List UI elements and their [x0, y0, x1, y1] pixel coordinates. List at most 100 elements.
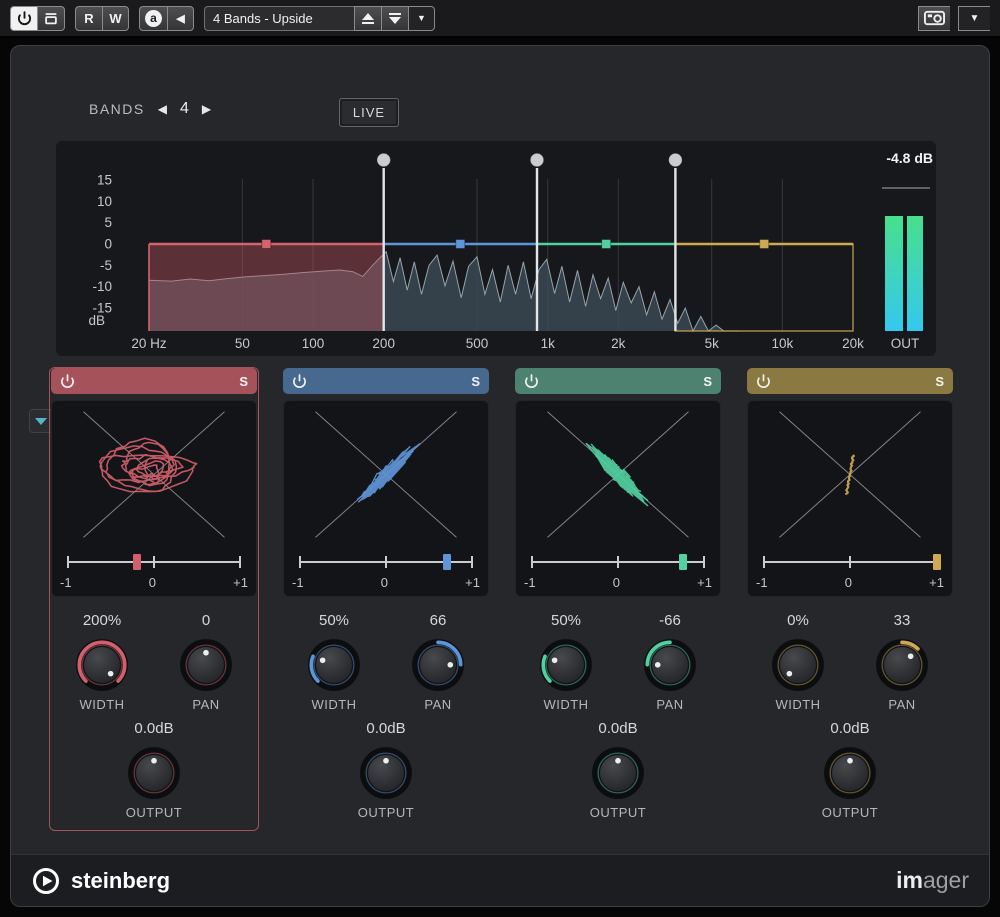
output-value: 0.0dB	[50, 720, 258, 737]
bands-next-button[interactable]: ▶	[202, 102, 211, 116]
preset-name-field[interactable]: 4 Bands - Upside	[204, 6, 354, 31]
dropdown-icon: ▼	[970, 13, 980, 24]
band-4-header[interactable]: S	[747, 368, 953, 394]
product-logo-rest: ager	[923, 867, 969, 893]
a-icon: a	[145, 10, 162, 27]
solo-button[interactable]: S	[935, 374, 944, 389]
bands-count-value: 4	[180, 100, 189, 118]
left-arrow-icon: ◀	[176, 12, 184, 25]
band-2-panel: S -1 0 +1 50% 66	[281, 367, 491, 831]
pan-label: PAN	[386, 697, 490, 712]
bands-prev-button[interactable]: ◀	[158, 102, 167, 116]
width-value: 0%	[746, 612, 850, 629]
svg-text:1k: 1k	[541, 336, 556, 351]
corr-neg-label: -1	[524, 575, 536, 590]
correlation-meter	[299, 551, 473, 573]
output-value: 0.0dB	[746, 720, 954, 737]
power-icon[interactable]	[756, 374, 771, 389]
read-automation-button[interactable]: R	[75, 6, 102, 31]
bands-row: S -1 0 +1 200% 0	[49, 367, 955, 831]
output-knob[interactable]	[124, 743, 184, 803]
svg-text:20k: 20k	[842, 336, 864, 351]
scope-panel: -1 0 +1	[51, 400, 257, 597]
vectorscope-display	[59, 406, 249, 547]
plugin-footer: steinberg imager	[11, 854, 989, 906]
vectorscope-display	[523, 406, 713, 547]
preset-prev-button[interactable]	[354, 6, 381, 31]
scope-panel: -1 0 +1	[283, 400, 489, 597]
vectorscope-display	[291, 406, 481, 547]
width-knob[interactable]	[536, 635, 596, 695]
correlation-marker	[443, 554, 451, 570]
steinberg-logo: steinberg	[31, 866, 170, 896]
corr-pos-label: +1	[697, 575, 712, 590]
correlation-meter	[67, 551, 241, 573]
power-icon[interactable]	[60, 374, 75, 389]
width-knob[interactable]	[304, 635, 364, 695]
band-1-panel: S -1 0 +1 200% 0	[49, 367, 259, 831]
output-knob[interactable]	[588, 743, 648, 803]
steinberg-circle-icon	[31, 866, 61, 896]
svg-text:500: 500	[466, 336, 489, 351]
output-label: OUTPUT	[514, 805, 722, 820]
band-1-header[interactable]: S	[51, 368, 257, 394]
product-logo-bold: im	[896, 867, 923, 893]
correlation-meter	[763, 551, 937, 573]
band-2-header[interactable]: S	[283, 368, 489, 394]
svg-text:200: 200	[372, 336, 395, 351]
svg-text:50: 50	[235, 336, 250, 351]
live-button[interactable]: LIVE	[339, 98, 399, 127]
svg-text:OUT: OUT	[891, 336, 920, 351]
svg-text:-5: -5	[100, 258, 112, 273]
dropdown-icon: ▼	[417, 13, 426, 23]
automation-button[interactable]: a	[139, 6, 167, 31]
svg-text:-4.8 dB: -4.8 dB	[886, 150, 933, 166]
svg-text:-10: -10	[92, 279, 112, 294]
output-knob[interactable]	[356, 743, 416, 803]
output-value: 0.0dB	[514, 720, 722, 737]
solo-button[interactable]: S	[471, 374, 480, 389]
svg-text:100: 100	[302, 336, 325, 351]
pan-label: PAN	[154, 697, 258, 712]
camera-icon	[924, 10, 945, 26]
snapshot-button[interactable]	[918, 6, 950, 31]
width-knob[interactable]	[72, 635, 132, 695]
spectrum-display[interactable]: 20 Hz501002005001k2k5k10k20k151050-5-10-…	[56, 141, 936, 356]
width-knob[interactable]	[768, 635, 828, 695]
power-icon[interactable]	[292, 374, 307, 389]
bands-control: BANDS ◀ 4 ▶	[89, 100, 211, 118]
pan-knob[interactable]	[408, 635, 468, 695]
pan-knob[interactable]	[872, 635, 932, 695]
solo-button[interactable]: S	[239, 374, 248, 389]
vectorscope-display	[755, 406, 945, 547]
band-3-header[interactable]: S	[515, 368, 721, 394]
corr-neg-label: -1	[292, 575, 304, 590]
preset-next-button[interactable]	[381, 6, 408, 31]
back-arrow-button[interactable]: ◀	[167, 6, 194, 31]
correlation-meter	[531, 551, 705, 573]
power-icon[interactable]	[524, 374, 539, 389]
output-label: OUTPUT	[50, 805, 258, 820]
window-menu-button[interactable]: ▼	[958, 6, 990, 31]
band-4-panel: S -1 0 +1 0% 33	[745, 367, 955, 831]
pan-knob[interactable]	[176, 635, 236, 695]
output-value: 0.0dB	[282, 720, 490, 737]
output-knob[interactable]	[820, 743, 880, 803]
width-value: 200%	[50, 612, 154, 629]
bypass-button[interactable]	[37, 6, 65, 31]
bands-label: BANDS	[89, 101, 145, 117]
pan-knob[interactable]	[640, 635, 700, 695]
pan-label: PAN	[618, 697, 722, 712]
width-label: WIDTH	[514, 697, 618, 712]
correlation-marker	[933, 554, 941, 570]
svg-text:5: 5	[104, 215, 112, 230]
scope-panel: -1 0 +1	[515, 400, 721, 597]
eject-down-icon	[389, 13, 401, 24]
spectrum-panel: 20 Hz501002005001k2k5k10k20k151050-5-10-…	[56, 141, 936, 356]
power-button[interactable]	[10, 6, 37, 31]
solo-button[interactable]: S	[703, 374, 712, 389]
brand-name: steinberg	[71, 868, 170, 894]
width-value: 50%	[514, 612, 618, 629]
write-automation-button[interactable]: W	[102, 6, 129, 31]
preset-menu-button[interactable]: ▼	[408, 6, 435, 31]
